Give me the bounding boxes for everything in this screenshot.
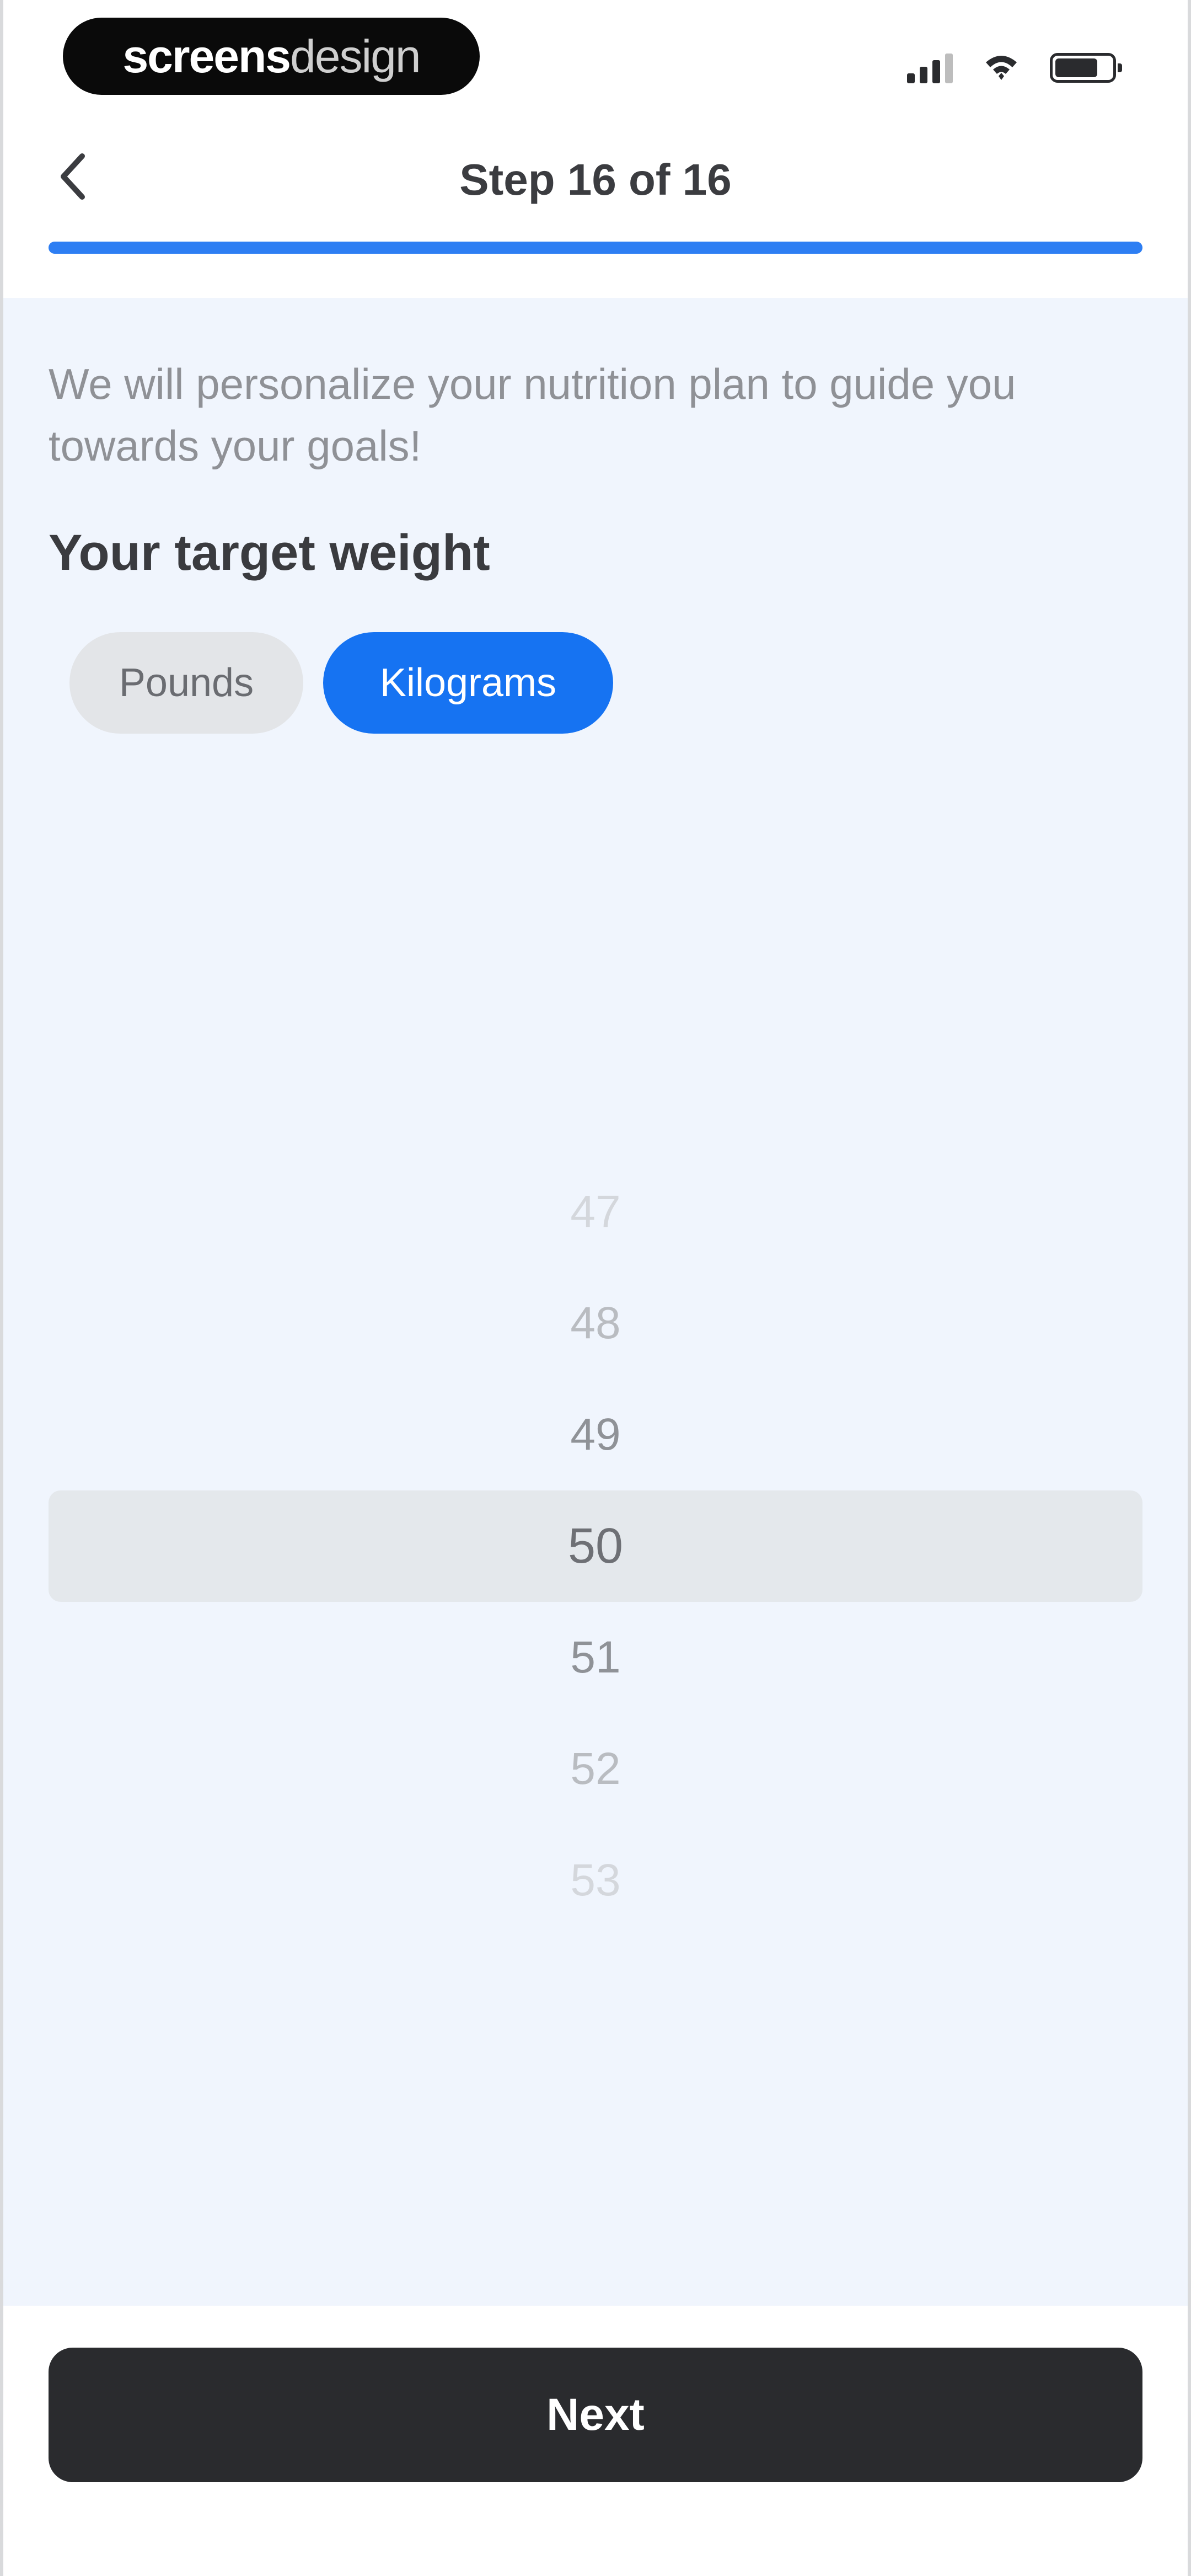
- picker-option[interactable]: 52: [49, 1713, 1142, 1825]
- picker-option[interactable]: 48: [49, 1268, 1142, 1379]
- footer: Next: [3, 2306, 1188, 2576]
- status-bar: screens design: [3, 0, 1188, 110]
- unit-kilograms-button[interactable]: Kilograms: [323, 632, 613, 734]
- status-icons: [907, 49, 1122, 87]
- battery-icon: [1050, 53, 1122, 83]
- picker-option[interactable]: 51: [49, 1602, 1142, 1713]
- picker-option-selected[interactable]: 50: [49, 1490, 1142, 1602]
- picker-option[interactable]: 49: [49, 1379, 1142, 1490]
- progress-bar: [49, 242, 1142, 254]
- wifi-icon: [986, 56, 1017, 80]
- step-title: Step 16 of 16: [459, 155, 732, 204]
- brand-logo-bold: screens: [122, 30, 291, 82]
- unit-pounds-button[interactable]: Pounds: [69, 632, 303, 734]
- next-button[interactable]: Next: [49, 2348, 1142, 2482]
- picker-option[interactable]: 53: [49, 1825, 1142, 1936]
- brand-logo-light: design: [290, 30, 421, 82]
- picker-option[interactable]: 47: [49, 1156, 1142, 1268]
- brand-logo: screens design: [63, 18, 480, 95]
- intro-text: We will personalize your nutrition plan …: [49, 360, 1016, 470]
- unit-toggle: Pounds Kilograms: [69, 632, 613, 734]
- cellular-signal-icon: [907, 52, 953, 83]
- progress-bar-fill: [49, 242, 1142, 254]
- weight-picker[interactable]: 47 48 49 50 51 52 53: [49, 1156, 1142, 1936]
- header: Step 16 of 16: [3, 127, 1188, 226]
- app-screen: screens design Step 16 of 16 We will pers…: [0, 0, 1191, 2576]
- section-title: Your target weight: [49, 525, 490, 581]
